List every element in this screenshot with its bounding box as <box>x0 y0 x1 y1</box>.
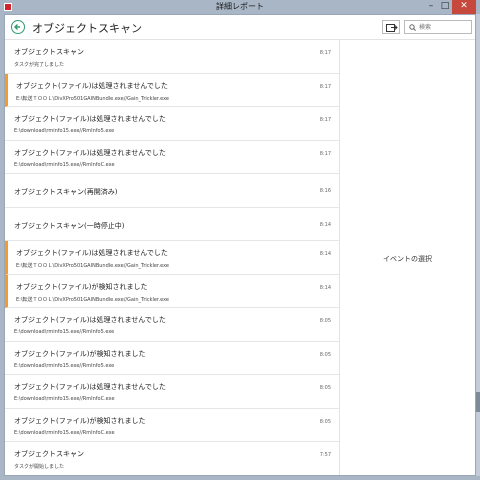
window-controls: – □ ✕ <box>424 0 476 14</box>
list-item[interactable]: オブジェクト(ファイル)が検知されました E:\転送ＴＯＯＬ\DivXPro501… <box>5 274 339 308</box>
window-title: 詳細レポート <box>216 2 264 11</box>
event-title: オブジェクト(ファイル)は処理されませんでした <box>16 249 168 257</box>
event-time: 8:17 <box>319 83 331 90</box>
back-arrow-icon[interactable] <box>11 20 25 34</box>
event-detail: タスクが完了しました <box>14 62 65 68</box>
page-title: オブジェクトスキャン <box>32 22 142 35</box>
header: オブジェクトスキャン <box>5 15 475 40</box>
event-title: オブジェクト(ファイル)は処理されませんでした <box>16 81 168 90</box>
list-item[interactable]: オブジェクト(ファイル)は処理されませんでした E:\download\rminf… <box>5 308 339 342</box>
client-area: オブジェクトスキャン オブジェクトスキャンタスクが完了しました8:17オブジェク… <box>4 14 476 476</box>
list-item[interactable]: オブジェクト(ファイル)は処理されませんでした E:\転送ＴＯＯＬ\DivXPro… <box>5 241 339 275</box>
window-bottom-edge <box>0 476 480 480</box>
event-detail: E:\download\rminfo15.exe//RmInfo5.exe <box>14 128 115 134</box>
event-time: 8:05 <box>319 351 331 358</box>
event-detail: E:\転送ＴＯＯＬ\DivXPro501GAINBundle.exe//Gain… <box>16 95 169 102</box>
event-detail: E:\download\rminfo15.exe//RmInfo5.exe <box>14 362 115 369</box>
event-detail: E:\download\rminfo15.exe//RmInfo5.exe <box>14 329 115 335</box>
event-time: 8:16 <box>319 188 331 194</box>
search-input[interactable] <box>419 22 469 32</box>
event-title: オブジェクト(ファイル)が検知されました <box>14 416 146 425</box>
search-icon <box>409 24 416 31</box>
event-time: 8:17 <box>319 117 331 123</box>
close-button[interactable]: ✕ <box>452 0 476 14</box>
event-title: オブジェクトスキャン <box>14 450 84 458</box>
event-title: オブジェクト(ファイル)が検知されました <box>14 349 146 358</box>
event-time: 8:17 <box>319 50 331 56</box>
list-item[interactable]: オブジェクト(ファイル)は処理されませんでした E:\download\rminf… <box>5 107 339 141</box>
list-item[interactable]: オブジェクトスキャン(一時停止中) 8:14 <box>5 208 339 241</box>
event-detail: タスクが開始しました <box>14 464 65 470</box>
maximize-button[interactable]: □ <box>438 0 452 14</box>
event-title: オブジェクト(ファイル)が検知されました <box>16 282 148 291</box>
event-time: 8:05 <box>319 385 331 391</box>
list-item[interactable]: オブジェクト(ファイル)は処理されませんでした E:\download\rminf… <box>5 141 339 174</box>
list-item[interactable]: オブジェクト(ファイル)が検知されました E:\download\rminfo15… <box>5 342 339 375</box>
event-detail: E:\download\rminfo15.exe//RmInfoC.exe <box>14 161 115 168</box>
list-item[interactable]: オブジェクト(ファイル)が検知されました E:\download\rminfo15… <box>5 409 339 442</box>
search-box[interactable] <box>404 20 472 34</box>
list-item[interactable]: オブジェクトスキャン タスクが開始しました 7:57 <box>5 442 339 475</box>
list-item[interactable]: オブジェクトスキャン タスクが完了しました 8:17 <box>5 40 339 74</box>
list-item[interactable]: オブジェクトスキャン(再開済み) 8:16 <box>5 174 339 208</box>
title-bar[interactable]: 詳細レポート – □ ✕ <box>0 0 480 14</box>
event-time: 8:14 <box>319 284 331 291</box>
event-detail: E:\download\rminfo15.exe//RmInfoC.exe <box>14 429 115 436</box>
event-title: オブジェクト(ファイル)は処理されませんでした <box>14 115 166 123</box>
event-time: 8:05 <box>319 318 331 324</box>
minimize-button[interactable]: – <box>424 0 438 14</box>
event-time: 8:17 <box>319 150 331 157</box>
event-title: オブジェクトスキャン <box>14 48 84 56</box>
event-title: オブジェクトスキャン(一時停止中) <box>14 221 125 230</box>
list-item[interactable]: オブジェクト(ファイル)は処理されませんでした E:\download\rminf… <box>5 375 339 409</box>
event-time: 8:05 <box>319 418 331 425</box>
scrollbar-thumb[interactable] <box>476 392 480 412</box>
event-title: オブジェクトスキャン(再開済み) <box>14 188 118 196</box>
event-title: オブジェクト(ファイル)は処理されませんでした <box>14 316 166 324</box>
detail-placeholder: イベントの選択 <box>383 254 432 263</box>
event-detail: E:\転送ＴＯＯＬ\DivXPro501GAINBundle.exe//Gain… <box>16 263 169 269</box>
event-time: 8:14 <box>319 251 331 257</box>
event-time: 8:14 <box>319 221 331 228</box>
event-detail: E:\download\rminfo15.exe//RmInfoC.exe <box>14 396 115 402</box>
report-window: 詳細レポート – □ ✕ オブジェクトスキャン オブジェクトスキャンタスクが完了… <box>0 0 480 480</box>
list-item[interactable]: オブジェクト(ファイル)は処理されませんでした E:\転送ＴＯＯＬ\DivXPro… <box>5 73 339 107</box>
event-title: オブジェクト(ファイル)は処理されませんでした <box>14 148 166 157</box>
event-detail: E:\転送ＴＯＯＬ\DivXPro501GAINBundle.exe//Gain… <box>16 296 169 303</box>
event-list[interactable]: オブジェクトスキャン タスクが完了しました 8:17 オブジェクト(ファイル)は処理さ… <box>5 40 339 475</box>
event-time: 7:57 <box>319 452 331 458</box>
event-title: オブジェクト(ファイル)は処理されませんでした <box>14 383 166 391</box>
export-icon[interactable] <box>382 20 400 34</box>
